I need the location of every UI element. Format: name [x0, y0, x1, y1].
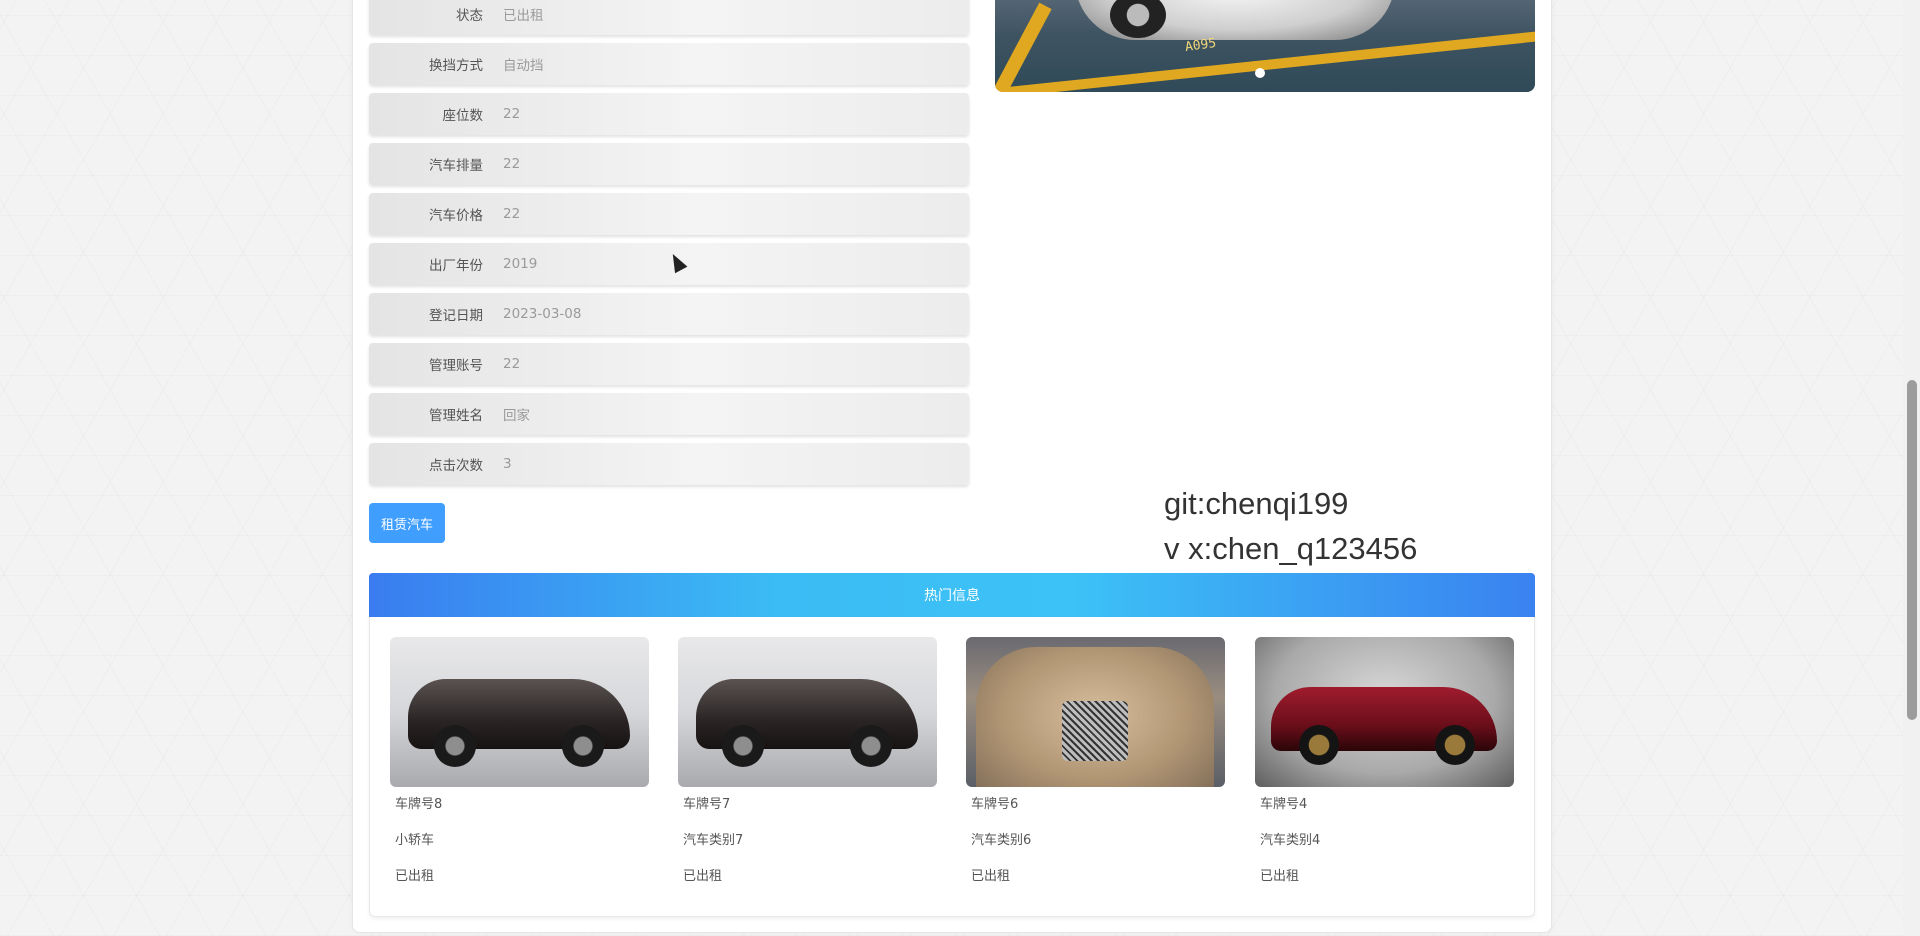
rent-car-button[interactable]: 租赁汽车 [369, 503, 445, 543]
field-value: 2019 [503, 256, 538, 272]
card-status: 已出租 [971, 869, 1011, 884]
car-wheel [722, 725, 764, 767]
parking-line [995, 2, 1052, 92]
field-label: 管理账号 [429, 358, 483, 374]
car-thumbnail[interactable] [966, 637, 1225, 787]
hot-card[interactable]: 车牌号4 汽车类别4 已出租 [1255, 637, 1514, 895]
field-admin-name: 管理姓名 回家 [369, 393, 969, 435]
car-image-carousel[interactable]: A095 [995, 0, 1535, 92]
field-price: 汽车价格 22 [369, 193, 969, 235]
field-seats: 座位数 22 [369, 93, 969, 135]
field-label: 点击次数 [429, 458, 483, 474]
card-category: 汽车类别6 [971, 833, 1032, 848]
field-label: 汽车排量 [429, 158, 483, 174]
field-value: 3 [503, 456, 512, 472]
field-label: 状态 [456, 8, 483, 24]
card-category: 汽车类别7 [683, 833, 744, 848]
field-register-date: 登记日期 2023-03-08 [369, 293, 969, 335]
field-value: 22 [503, 156, 521, 172]
field-value: 22 [503, 106, 521, 122]
car-wheel [1435, 725, 1475, 765]
watermark-line-1: git:chenqi199 [1164, 486, 1349, 521]
car-wheel [850, 725, 892, 767]
hot-card[interactable]: 车牌号8 小轿车 已出租 [390, 637, 649, 895]
field-click-count: 点击次数 3 [369, 443, 969, 485]
field-displacement: 汽车排量 22 [369, 143, 969, 185]
card-category: 小轿车 [395, 833, 435, 848]
car-thumbnail[interactable] [390, 637, 649, 787]
scrollbar-thumb[interactable] [1907, 380, 1917, 720]
hot-info-title: 热门信息 [924, 588, 980, 604]
card-plate: 车牌号4 [1260, 797, 1308, 812]
floor-marking: A095 [1184, 35, 1218, 56]
hot-card[interactable]: 车牌号7 汽车类别7 已出租 [678, 637, 937, 895]
field-transmission: 换挡方式 自动挡 [369, 43, 969, 85]
field-value: 自动挡 [503, 58, 544, 74]
field-label: 出厂年份 [429, 258, 483, 274]
hot-card[interactable]: 车牌号6 汽车类别6 已出租 [966, 637, 1225, 895]
card-category: 汽车类别4 [1260, 833, 1321, 848]
watermark-line-2: v x:chen_q123456 [1164, 531, 1418, 566]
field-label: 座位数 [442, 108, 484, 124]
car-wheel [562, 725, 604, 767]
car-thumbnail[interactable] [678, 637, 937, 787]
car-thumbnail[interactable] [1255, 637, 1514, 787]
field-status: 状态 已出租 [369, 0, 969, 35]
field-year: 出厂年份 2019 [369, 243, 969, 285]
field-value: 22 [503, 206, 521, 222]
field-value: 2023-03-08 [503, 306, 582, 322]
page-scrollbar[interactable] [1903, 0, 1920, 936]
car-wheel [434, 725, 476, 767]
field-label: 换挡方式 [429, 58, 483, 74]
card-plate: 车牌号7 [683, 797, 731, 812]
carousel-indicator-dot[interactable] [1255, 68, 1265, 78]
card-plate: 车牌号8 [395, 797, 443, 812]
field-label: 登记日期 [429, 308, 483, 324]
card-plate: 车牌号6 [971, 797, 1019, 812]
field-value: 回家 [503, 408, 530, 424]
field-label: 汽车价格 [429, 208, 483, 224]
card-status: 已出租 [683, 869, 723, 884]
field-label: 管理姓名 [429, 408, 483, 424]
car-grille [1062, 701, 1128, 761]
field-value: 22 [503, 356, 521, 372]
field-admin-account: 管理账号 22 [369, 343, 969, 385]
card-status: 已出租 [1260, 869, 1300, 884]
card-status: 已出租 [395, 869, 435, 884]
car-wheel [1299, 725, 1339, 765]
field-value: 已出租 [503, 8, 544, 24]
hot-info-header: 热门信息 [369, 573, 1535, 617]
